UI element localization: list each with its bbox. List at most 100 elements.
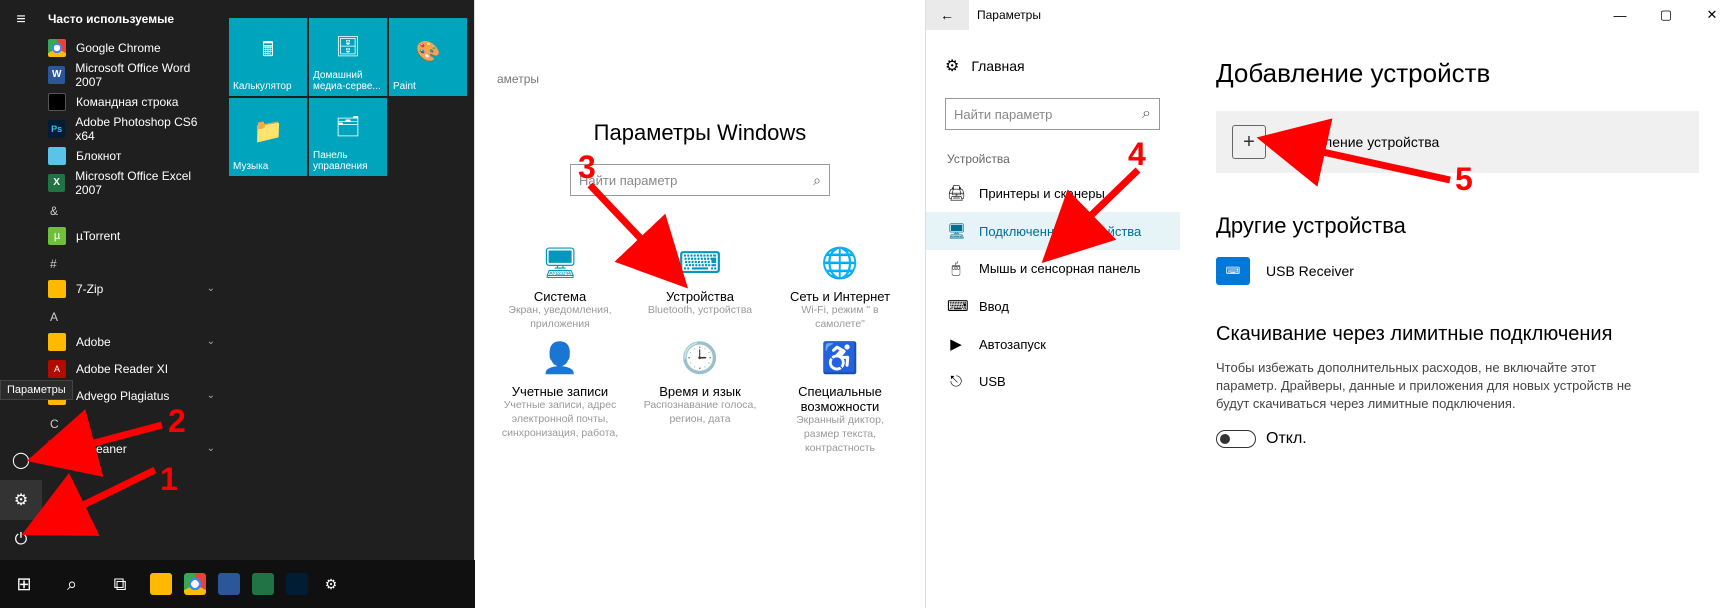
person-icon: 👤 [495,341,625,376]
category-ease[interactable]: ♿ Специальные возможности Экранный дикто… [775,341,905,455]
device-item[interactable]: ⌨ USB Receiver [1216,257,1699,285]
accessibility-icon: ♿ [775,341,905,376]
app-label: Командная строка [76,95,178,109]
nav-label: Принтеры и сканеры [979,186,1105,201]
search-button[interactable]: ⌕ [48,560,96,608]
nav-connected-devices[interactable]: 🖥Подключенные устройства [925,212,1180,250]
tile-music[interactable]: 📁Музыка [229,98,307,176]
app-utorrent[interactable]: µµTorrent [42,222,221,249]
category-desc: Экран, уведомления, приложения [495,304,625,331]
app-excel[interactable]: XMicrosoft Office Excel 2007 [42,169,221,196]
nav-printers[interactable]: 🖨Принтеры и сканеры [925,174,1180,212]
notepad-icon [48,147,66,165]
app-chrome[interactable]: Google Chrome [42,34,221,61]
category-system[interactable]: 🖥 Система Экран, уведомления, приложения [495,246,625,331]
page-title: Добавление устройств [1216,58,1699,89]
user-icon[interactable]: ◯ [0,440,42,480]
letter-a[interactable]: A [42,302,221,328]
letter-c[interactable]: C [42,409,221,435]
toggle-track[interactable] [1216,430,1256,448]
taskview-button[interactable]: ⧉ [96,560,144,608]
nav-label: Ввод [979,299,1009,314]
close-button[interactable]: ✕ [1689,0,1735,30]
chrome-icon [48,39,66,57]
app-ccleaner[interactable]: CCleaner⌄ [42,435,221,462]
settings-species-window: ← Параметры — ▢ ✕ ⚙ Главная ⌕ Устройства… [925,0,1735,608]
app-adobe[interactable]: Adobe⌄ [42,328,221,355]
hamburger-icon[interactable]: ≡ [0,0,42,40]
app-word[interactable]: WMicrosoft Office Word 2007 [42,61,221,88]
app-7zip[interactable]: 7-Zip⌄ [42,275,221,302]
category-desc: Wi-Fi, режим " в самолете" [775,304,905,331]
settings-icon[interactable]: ⚙ [0,480,42,520]
tile-calculator[interactable]: 🖩Калькулятор [229,18,307,96]
folder-icon [48,280,66,298]
start-button[interactable]: ⊞ [0,560,48,608]
app-cmd[interactable]: Командная строка [42,88,221,115]
section-other-devices: Другие устройства [1216,213,1699,239]
nav-autoplay[interactable]: ▶Автозапуск [925,325,1180,363]
app-photoshop[interactable]: PsAdobe Photoshop CS6 x64 [42,115,221,142]
taskbar-word[interactable] [212,560,246,608]
taskbar: ⊞ ⌕ ⧉ ⚙ [0,560,475,608]
category-time[interactable]: 🕒 Время и язык Распознавание голоса, рег… [635,341,765,455]
nav-mouse[interactable]: 🖱Мышь и сенсорная панель [925,250,1180,287]
settings-search[interactable]: ⌕ [570,164,830,196]
app-label: Microsoft Office Excel 2007 [75,169,215,197]
taskbar-chrome[interactable] [178,560,212,608]
nav-search[interactable]: ⌕ [945,98,1160,130]
window-titlebar: ← Параметры — ▢ ✕ [925,0,1735,30]
app-notepad[interactable]: Блокнот [42,142,221,169]
media-icon: 🗄 [335,22,360,70]
tile-media[interactable]: 🗄Домашний медиа-серве... [309,18,387,96]
nav-label: USB [979,374,1006,389]
back-button[interactable]: ← [925,0,969,30]
apps-list: Часто используемые Google Chrome WMicros… [42,0,221,560]
category-devices[interactable]: ⌨ Устройства Bluetooth, устройства [635,246,765,331]
devices-icon: ⌨ [635,246,765,281]
nav-input[interactable]: ⌨ Ввод [925,287,1180,325]
laptop-icon: 🖥 [495,246,625,281]
devices-icon: 🖥 [947,222,965,240]
folder-icon [48,333,66,351]
tile-label: Домашний медиа-серве... [313,70,383,92]
settings-search-input[interactable] [579,173,813,188]
nav-usb[interactable]: ⎋USB [925,363,1180,400]
app-label: Microsoft Office Word 2007 [75,61,215,89]
app-label: µTorrent [76,229,120,243]
add-device-button[interactable]: + Добавление устройства [1216,111,1699,173]
app-reader[interactable]: AAdobe Reader XI [42,355,221,382]
minimize-button[interactable]: — [1597,0,1643,30]
app-label: Google Chrome [76,41,161,55]
tile-label: Панель управления [313,150,383,172]
letter-hash[interactable]: # [42,249,221,275]
start-menu: ≡ ◯ ⚙ ⏻ Параметры Часто используемые Goo… [0,0,475,560]
nav-home[interactable]: ⚙ Главная [925,48,1180,84]
excel-icon [252,573,274,595]
metered-toggle[interactable]: Откл. [1216,430,1699,448]
tile-paint[interactable]: 🎨Paint [389,18,467,96]
taskbar-pinned: ⚙ [144,560,348,608]
taskbar-photoshop[interactable] [280,560,314,608]
letter-amp[interactable]: & [42,196,221,222]
maximize-button[interactable]: ▢ [1643,0,1689,30]
paint-icon: 🎨 [416,22,441,81]
power-icon[interactable]: ⏻ [0,520,42,560]
taskbar-excel[interactable] [246,560,280,608]
tile-control-panel[interactable]: 🗂Панель управления [309,98,387,176]
tile-label: Paint [393,81,463,92]
gear-icon: ⚙ [325,576,338,593]
settings-tooltip: Параметры [0,380,73,400]
photoshop-icon [286,573,308,595]
category-accounts[interactable]: 👤 Учетные записи Учетные записи, адрес э… [495,341,625,455]
category-network[interactable]: 🌐 Сеть и Интернет Wi-Fi, режим " в самол… [775,246,905,331]
chrome-icon [184,573,206,595]
app-label: Advego Plagiatus [76,389,169,403]
nav-search-input[interactable] [954,107,1142,122]
taskbar-settings[interactable]: ⚙ [314,560,348,608]
keyboard-icon: ⌨ [947,297,965,315]
plus-icon: + [1232,125,1266,159]
nav-label: Автозапуск [979,337,1046,352]
taskbar-folder[interactable] [144,560,178,608]
category-name: Время и язык [635,384,765,399]
